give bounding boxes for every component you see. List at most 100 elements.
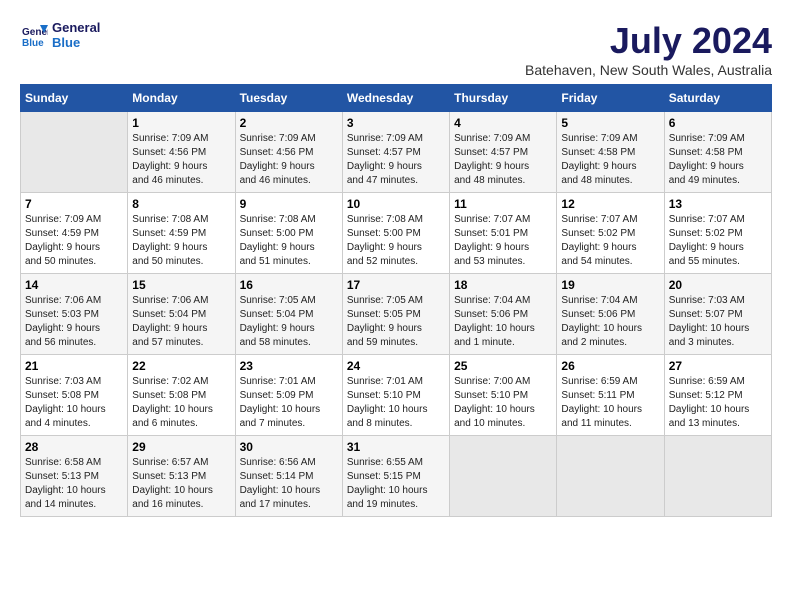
calendar-week-row: 7 Sunrise: 7:09 AM Sunset: 4:59 PM Daylig…: [21, 193, 772, 274]
logo-blue: Blue: [52, 35, 100, 50]
calendar-cell: 6 Sunrise: 7:09 AM Sunset: 4:58 PM Daylig…: [664, 112, 771, 193]
calendar-header-cell: Tuesday: [235, 85, 342, 112]
svg-text:Blue: Blue: [22, 38, 44, 49]
calendar-header-cell: Saturday: [664, 85, 771, 112]
day-info: Sunrise: 7:01 AM Sunset: 5:10 PM Dayligh…: [347, 375, 445, 431]
calendar-cell: 19 Sunrise: 7:04 AM Sunset: 5:06 PM Dayli…: [557, 274, 664, 355]
day-number: 17: [347, 278, 445, 292]
calendar-cell: 30Sunrise: 6:56 AM Sunset: 5:14 PM Dayli…: [235, 436, 342, 517]
calendar-cell: 16 Sunrise: 7:05 AM Sunset: 5:04 PM Dayli…: [235, 274, 342, 355]
day-info: Sunrise: 7:05 AM Sunset: 5:05 PM Dayligh…: [347, 294, 445, 350]
day-number: 16: [240, 278, 338, 292]
day-info: Sunrise: 7:03 AM Sunset: 5:08 PM Dayligh…: [25, 375, 123, 431]
calendar-cell: 27 Sunrise: 6:59 AM Sunset: 5:12 PM Dayli…: [664, 355, 771, 436]
calendar-cell: 21Sunrise: 7:03 AM Sunset: 5:08 PM Dayli…: [21, 355, 128, 436]
title-area: July 2024 Batehaven, New South Wales, Au…: [525, 20, 772, 78]
calendar-cell: 5 Sunrise: 7:09 AM Sunset: 4:58 PM Daylig…: [557, 112, 664, 193]
day-info: Sunrise: 7:09 AM Sunset: 4:57 PM Dayligh…: [347, 132, 445, 188]
calendar-cell: [557, 436, 664, 517]
calendar-cell: 4 Sunrise: 7:09 AM Sunset: 4:57 PM Daylig…: [450, 112, 557, 193]
calendar-week-row: 14 Sunrise: 7:06 AM Sunset: 5:03 PM Dayli…: [21, 274, 772, 355]
calendar-cell: 13Sunrise: 7:07 AM Sunset: 5:02 PM Dayli…: [664, 193, 771, 274]
day-number: 30: [240, 440, 338, 454]
day-number: 28: [25, 440, 123, 454]
logo: General Blue General Blue: [20, 20, 100, 50]
day-number: 14: [25, 278, 123, 292]
calendar-cell: 29Sunrise: 6:57 AM Sunset: 5:13 PM Dayli…: [128, 436, 235, 517]
day-number: 3: [347, 116, 445, 130]
day-info: Sunrise: 7:08 AM Sunset: 5:00 PM Dayligh…: [347, 213, 445, 269]
calendar-cell: 26 Sunrise: 6:59 AM Sunset: 5:11 PM Dayli…: [557, 355, 664, 436]
calendar-cell: 10 Sunrise: 7:08 AM Sunset: 5:00 PM Dayli…: [342, 193, 449, 274]
day-info: Sunrise: 7:09 AM Sunset: 4:58 PM Dayligh…: [669, 132, 767, 188]
calendar-week-row: 1Sunrise: 7:09 AM Sunset: 4:56 PM Daylig…: [21, 112, 772, 193]
day-number: 15: [132, 278, 230, 292]
day-number: 31: [347, 440, 445, 454]
logo-general: General: [52, 20, 100, 35]
day-info: Sunrise: 7:02 AM Sunset: 5:08 PM Dayligh…: [132, 375, 230, 431]
calendar-cell: 9Sunrise: 7:08 AM Sunset: 5:00 PM Daylig…: [235, 193, 342, 274]
day-number: 5: [561, 116, 659, 130]
calendar-header-cell: Thursday: [450, 85, 557, 112]
calendar-cell: 17 Sunrise: 7:05 AM Sunset: 5:05 PM Dayli…: [342, 274, 449, 355]
day-number: 20: [669, 278, 767, 292]
day-info: Sunrise: 7:09 AM Sunset: 4:56 PM Dayligh…: [240, 132, 338, 188]
day-number: 6: [669, 116, 767, 130]
day-info: Sunrise: 7:05 AM Sunset: 5:04 PM Dayligh…: [240, 294, 338, 350]
calendar-cell: 28 Sunrise: 6:58 AM Sunset: 5:13 PM Dayli…: [21, 436, 128, 517]
calendar-cell: [450, 436, 557, 517]
logo-icon: General Blue: [20, 21, 48, 49]
calendar-cell: 14 Sunrise: 7:06 AM Sunset: 5:03 PM Dayli…: [21, 274, 128, 355]
day-info: Sunrise: 6:58 AM Sunset: 5:13 PM Dayligh…: [25, 456, 123, 512]
calendar-cell: 3 Sunrise: 7:09 AM Sunset: 4:57 PM Daylig…: [342, 112, 449, 193]
calendar-cell: 1Sunrise: 7:09 AM Sunset: 4:56 PM Daylig…: [128, 112, 235, 193]
day-info: Sunrise: 6:57 AM Sunset: 5:13 PM Dayligh…: [132, 456, 230, 512]
day-number: 8: [132, 197, 230, 211]
calendar-cell: 20 Sunrise: 7:03 AM Sunset: 5:07 PM Dayli…: [664, 274, 771, 355]
calendar-header-cell: Monday: [128, 85, 235, 112]
day-number: 27: [669, 359, 767, 373]
subtitle: Batehaven, New South Wales, Australia: [525, 62, 772, 78]
day-number: 18: [454, 278, 552, 292]
day-number: 26: [561, 359, 659, 373]
day-info: Sunrise: 7:09 AM Sunset: 4:59 PM Dayligh…: [25, 213, 123, 269]
day-info: Sunrise: 6:55 AM Sunset: 5:15 PM Dayligh…: [347, 456, 445, 512]
calendar-cell: 2 Sunrise: 7:09 AM Sunset: 4:56 PM Daylig…: [235, 112, 342, 193]
day-info: Sunrise: 6:59 AM Sunset: 5:12 PM Dayligh…: [669, 375, 767, 431]
calendar-cell: 15 Sunrise: 7:06 AM Sunset: 5:04 PM Dayli…: [128, 274, 235, 355]
day-info: Sunrise: 7:09 AM Sunset: 4:58 PM Dayligh…: [561, 132, 659, 188]
day-info: Sunrise: 7:08 AM Sunset: 5:00 PM Dayligh…: [240, 213, 338, 269]
calendar-cell: 24 Sunrise: 7:01 AM Sunset: 5:10 PM Dayli…: [342, 355, 449, 436]
day-number: 12: [561, 197, 659, 211]
day-number: 2: [240, 116, 338, 130]
header: General Blue General Blue July 2024 Bate…: [20, 20, 772, 78]
day-info: Sunrise: 6:59 AM Sunset: 5:11 PM Dayligh…: [561, 375, 659, 431]
day-info: Sunrise: 7:01 AM Sunset: 5:09 PM Dayligh…: [240, 375, 338, 431]
day-number: 13: [669, 197, 767, 211]
calendar-body: 1Sunrise: 7:09 AM Sunset: 4:56 PM Daylig…: [21, 112, 772, 517]
day-info: Sunrise: 7:09 AM Sunset: 4:57 PM Dayligh…: [454, 132, 552, 188]
day-number: 24: [347, 359, 445, 373]
day-number: 4: [454, 116, 552, 130]
day-info: Sunrise: 7:04 AM Sunset: 5:06 PM Dayligh…: [561, 294, 659, 350]
day-info: Sunrise: 7:09 AM Sunset: 4:56 PM Dayligh…: [132, 132, 230, 188]
calendar-header-cell: Wednesday: [342, 85, 449, 112]
day-info: Sunrise: 7:06 AM Sunset: 5:03 PM Dayligh…: [25, 294, 123, 350]
day-number: 10: [347, 197, 445, 211]
day-number: 23: [240, 359, 338, 373]
calendar-cell: 8Sunrise: 7:08 AM Sunset: 4:59 PM Daylig…: [128, 193, 235, 274]
day-info: Sunrise: 7:00 AM Sunset: 5:10 PM Dayligh…: [454, 375, 552, 431]
day-number: 7: [25, 197, 123, 211]
calendar-header-cell: Sunday: [21, 85, 128, 112]
calendar-cell: 7 Sunrise: 7:09 AM Sunset: 4:59 PM Daylig…: [21, 193, 128, 274]
calendar-week-row: 28 Sunrise: 6:58 AM Sunset: 5:13 PM Dayli…: [21, 436, 772, 517]
day-info: Sunrise: 7:03 AM Sunset: 5:07 PM Dayligh…: [669, 294, 767, 350]
calendar-header-row: SundayMondayTuesdayWednesdayThursdayFrid…: [21, 85, 772, 112]
day-number: 11: [454, 197, 552, 211]
main-title: July 2024: [525, 20, 772, 62]
calendar-week-row: 21Sunrise: 7:03 AM Sunset: 5:08 PM Dayli…: [21, 355, 772, 436]
calendar-header-cell: Friday: [557, 85, 664, 112]
day-number: 19: [561, 278, 659, 292]
day-info: Sunrise: 7:06 AM Sunset: 5:04 PM Dayligh…: [132, 294, 230, 350]
calendar-cell: 22Sunrise: 7:02 AM Sunset: 5:08 PM Dayli…: [128, 355, 235, 436]
